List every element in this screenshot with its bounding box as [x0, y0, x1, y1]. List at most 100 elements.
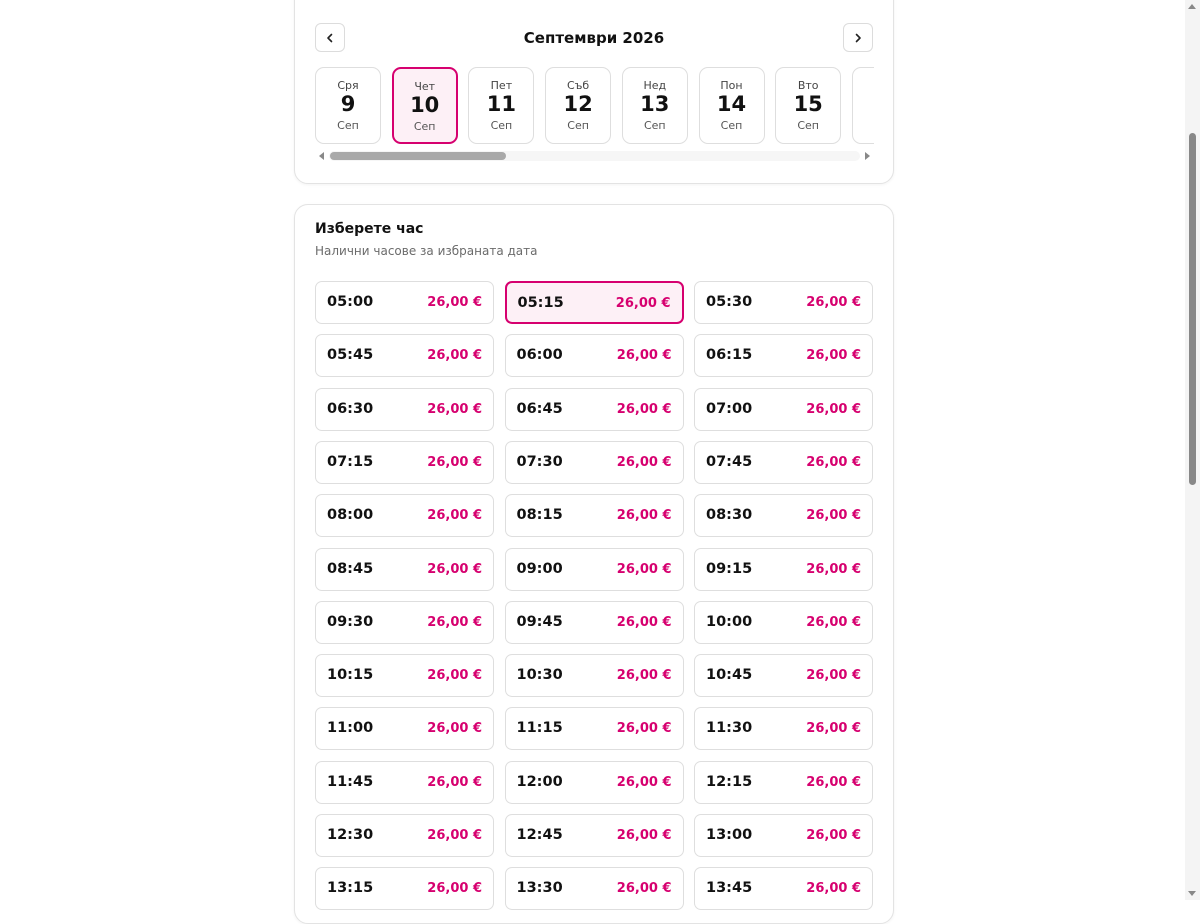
time-slot-time: 08:30 [706, 507, 753, 524]
day-card[interactable]: 1 [851, 67, 874, 144]
time-slot-time: 13:00 [706, 827, 753, 843]
scroll-left-arrow-icon[interactable] [319, 152, 324, 160]
time-slot-time: 09:00 [516, 560, 563, 577]
time-slot-button[interactable]: 10:00 26,00 € [694, 600, 873, 644]
time-slot-price: 26,00 € [806, 721, 861, 737]
day-card[interactable]: Пет 11 Сеп [468, 67, 535, 144]
day-number: 12 [563, 92, 593, 116]
day-card[interactable]: Пон 14 Сеп [698, 67, 765, 144]
time-slot-price: 26,00 € [427, 454, 482, 470]
time-slot-price: 26,00 € [806, 668, 861, 684]
day-card[interactable]: Нед 13 Сеп [621, 67, 688, 144]
time-slot-price: 26,00 € [427, 774, 482, 790]
time-slot-price: 26,00 € [427, 828, 482, 843]
time-slot-time: 06:00 [516, 347, 563, 364]
time-slot-button[interactable]: 13:15 26,00 € [315, 867, 494, 911]
time-slot-button[interactable]: 06:00 26,00 € [504, 334, 684, 378]
next-week-button[interactable] [843, 23, 873, 52]
time-slot-button[interactable]: 08:45 26,00 € [315, 547, 494, 591]
day-card[interactable]: Вто 15 Сеп [775, 67, 842, 144]
time-slot-button[interactable]: 12:30 26,00 € [315, 814, 494, 857]
day-month: Сеп [567, 119, 589, 132]
time-slot-button[interactable]: 11:00 26,00 € [315, 707, 494, 751]
day-strip-scrollbar[interactable] [315, 150, 874, 162]
day-card[interactable]: Чет 10 Сеп [391, 67, 458, 144]
time-slot-time: 11:45 [327, 773, 374, 790]
time-slot-price: 26,00 € [427, 348, 482, 364]
scroll-down-arrow-icon[interactable] [1188, 891, 1196, 896]
time-slot-button[interactable]: 13:30 26,00 € [504, 867, 684, 911]
time-slot-button[interactable]: 13:00 26,00 € [694, 814, 873, 857]
time-slot-time: 08:15 [516, 507, 563, 524]
time-slot-button[interactable]: 10:30 26,00 € [504, 654, 684, 698]
day-strip: Сря 9 Сеп Чет 10 Сеп Пет 11 Сеп Съб 12 Сеп Нед 13 Сеп П… [315, 67, 874, 144]
time-slot-price: 26,00 € [806, 508, 861, 524]
day-weekday: Пет [490, 79, 513, 92]
day-card[interactable]: Съб 12 Сеп [545, 67, 612, 144]
time-slot-button[interactable]: 09:00 26,00 € [504, 547, 684, 591]
time-slot-button[interactable]: 05:15 26,00 € [504, 281, 684, 324]
day-weekday: Вто [797, 79, 819, 92]
time-slot-price: 26,00 € [427, 614, 482, 630]
day-number: 1 [853, 92, 874, 116]
time-slot-button[interactable]: 12:00 26,00 € [504, 760, 684, 804]
day-month: Сеп [337, 119, 359, 132]
time-slot-button[interactable]: 06:15 26,00 € [694, 334, 873, 378]
time-slot-button[interactable]: 09:30 26,00 € [315, 600, 494, 644]
time-slot-button[interactable]: 08:15 26,00 € [504, 494, 684, 538]
day-month: Сеп [490, 119, 513, 132]
page-scrollbar[interactable] [1185, 0, 1200, 900]
time-slot-button[interactable]: 07:15 26,00 € [315, 440, 494, 484]
time-slot-time: 12:00 [516, 773, 563, 790]
time-slot-time: 09:30 [327, 613, 374, 630]
time-slot-button[interactable]: 05:45 26,00 € [315, 334, 494, 378]
time-slot-price: 26,00 € [616, 508, 672, 524]
time-slot-button[interactable]: 06:45 26,00 € [504, 387, 684, 431]
time-slot-button[interactable]: 12:45 26,00 € [504, 814, 684, 857]
time-slot-button[interactable]: 13:45 26,00 € [694, 867, 873, 911]
time-slot-price: 26,00 € [806, 828, 861, 843]
scroll-right-arrow-icon[interactable] [865, 152, 870, 160]
time-slot-button[interactable]: 08:00 26,00 € [315, 494, 494, 538]
scrollbar-thumb[interactable] [330, 152, 506, 160]
time-slot-time: 09:15 [706, 560, 753, 577]
time-slot-price: 26,00 € [427, 508, 482, 524]
page-scrollbar-thumb[interactable] [1189, 133, 1196, 485]
time-slot-button[interactable]: 11:15 26,00 € [504, 707, 684, 751]
time-slot-price: 26,00 € [616, 561, 672, 577]
time-slot-button[interactable]: 06:30 26,00 € [315, 387, 494, 431]
time-slot-button[interactable]: 09:15 26,00 € [694, 547, 873, 591]
time-slot-button[interactable]: 07:30 26,00 € [504, 440, 684, 484]
time-slot-time: 08:45 [327, 560, 374, 577]
time-slot-price: 26,00 € [806, 401, 861, 417]
time-slot-button[interactable]: 05:30 26,00 € [694, 281, 873, 324]
time-slot-time: 05:30 [706, 294, 753, 310]
time-slot-button[interactable]: 07:45 26,00 € [694, 440, 873, 484]
chevron-left-icon [327, 33, 333, 42]
time-slot-time: 12:45 [516, 827, 563, 843]
day-month: Сеп [797, 119, 819, 132]
time-slot-price: 26,00 € [806, 348, 861, 364]
time-slot-button[interactable]: 11:45 26,00 € [315, 760, 494, 804]
day-card[interactable]: Сря 9 Сеп [315, 67, 381, 144]
time-slot-button[interactable]: 11:30 26,00 € [694, 707, 873, 751]
time-slot-button[interactable]: 05:00 26,00 € [315, 281, 494, 324]
time-slot-time: 12:15 [706, 773, 753, 790]
time-slot-button[interactable]: 08:30 26,00 € [694, 494, 873, 538]
time-slot-price: 26,00 € [616, 454, 672, 470]
time-slot-button[interactable]: 09:45 26,00 € [504, 600, 684, 644]
time-slot-time: 12:30 [327, 827, 374, 843]
time-slot-button[interactable]: 10:15 26,00 € [315, 654, 494, 698]
day-month: Сеп [720, 119, 743, 132]
time-slot-button[interactable]: 07:00 26,00 € [694, 387, 873, 431]
month-title: Септември 2026 [523, 29, 665, 47]
day-number: 10 [410, 93, 440, 117]
day-month: Сеп [413, 120, 436, 133]
prev-week-button[interactable] [315, 23, 345, 52]
time-slot-button[interactable]: 10:45 26,00 € [694, 654, 873, 698]
time-slot-time: 09:45 [516, 613, 563, 630]
scroll-up-arrow-icon[interactable] [1188, 4, 1196, 9]
time-slot-price: 26,00 € [427, 881, 482, 897]
time-slot-button[interactable]: 12:15 26,00 € [694, 760, 873, 804]
time-slot-time: 11:15 [516, 720, 563, 737]
